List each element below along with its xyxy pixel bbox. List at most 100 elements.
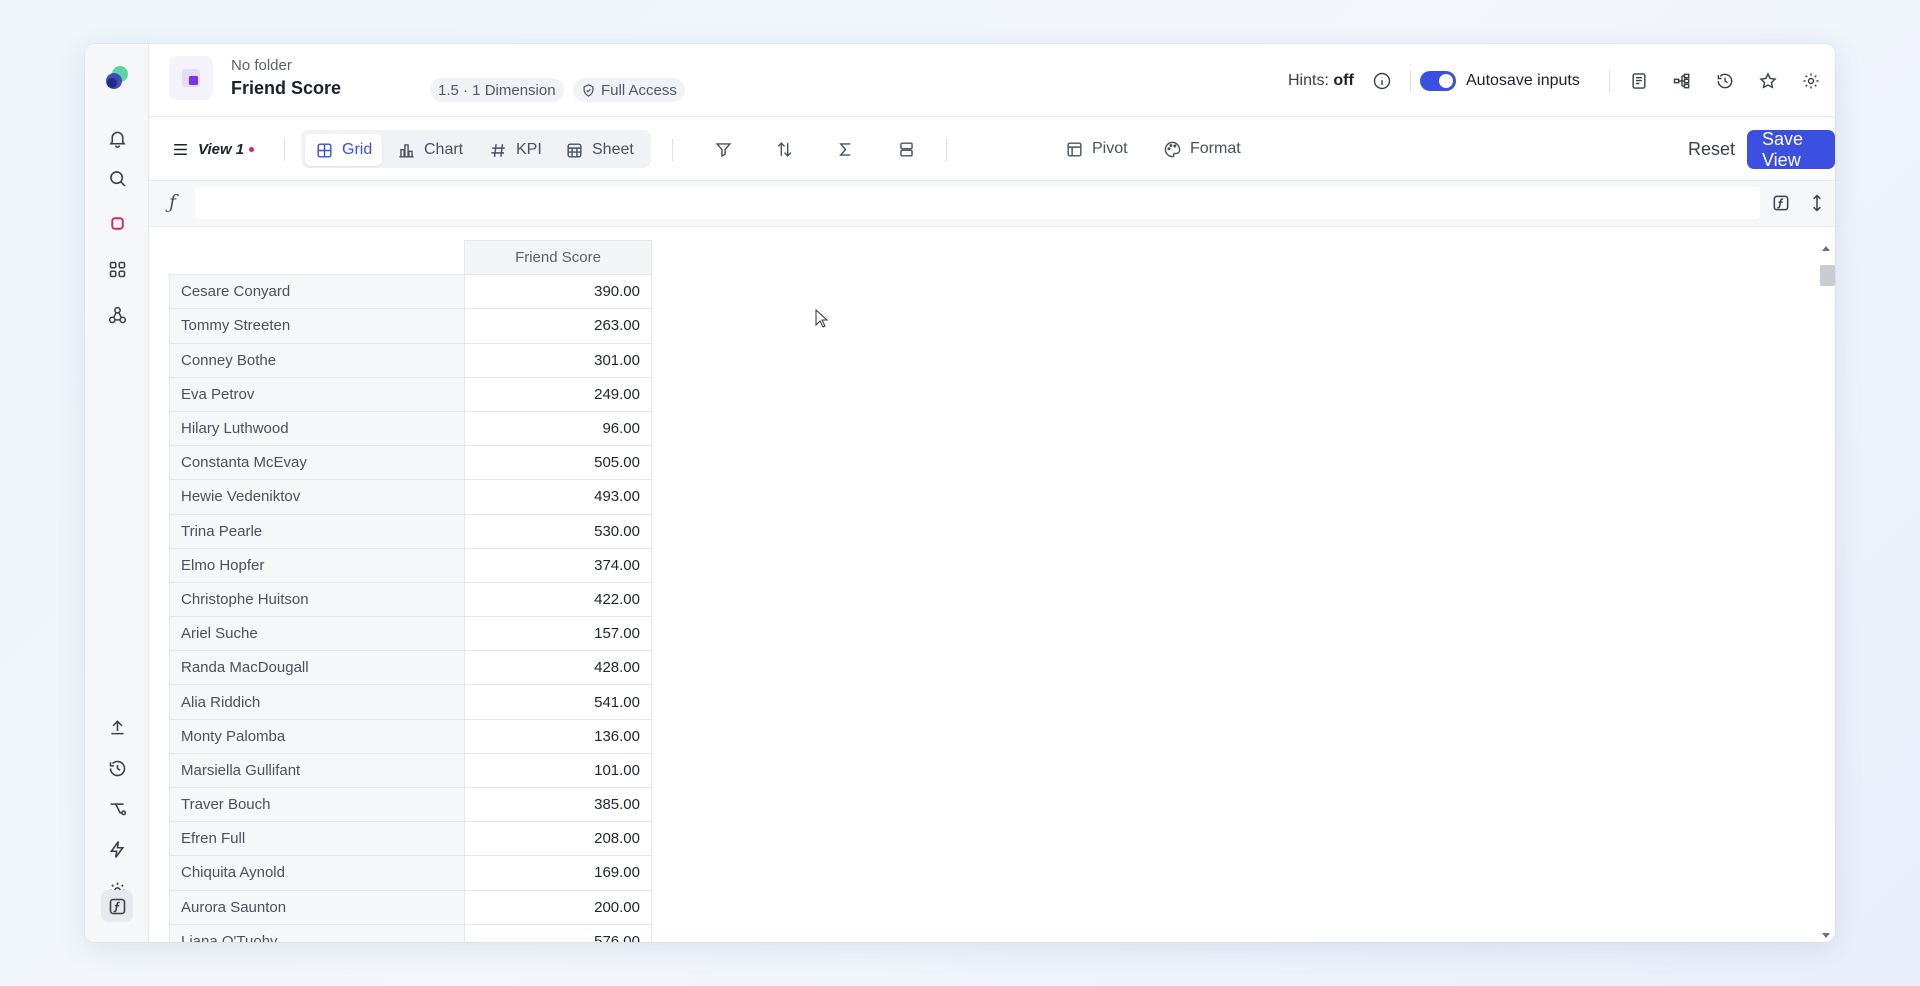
cell-value[interactable]: 263.00 [464, 308, 652, 344]
cell-value[interactable]: 541.00 [464, 684, 652, 720]
row-header[interactable]: Hilary Luthwood [169, 410, 465, 447]
upload-icon[interactable] [101, 711, 133, 743]
cell-value[interactable]: 169.00 [464, 855, 652, 891]
view-menu[interactable]: View 1 [161, 131, 264, 167]
cell-value[interactable]: 530.00 [464, 513, 652, 549]
cell-value[interactable]: 208.00 [464, 821, 652, 857]
scrollbar-thumb[interactable] [1820, 265, 1835, 286]
tab-grid[interactable]: Grid [305, 134, 383, 166]
scroll-down-icon[interactable] [1821, 932, 1831, 940]
info-icon[interactable] [1368, 67, 1396, 95]
save-view-button[interactable]: Save View [1747, 129, 1835, 170]
autosave-toggle[interactable] [1420, 70, 1456, 91]
group-button[interactable] [887, 131, 926, 167]
sort-button[interactable] [765, 131, 804, 167]
autosave-group: Autosave inputs [1420, 44, 1580, 117]
cell-value[interactable]: 493.00 [464, 479, 652, 515]
cell-value[interactable]: 390.00 [464, 274, 652, 310]
row-header[interactable]: Ariel Suche [169, 616, 465, 652]
model-icon[interactable] [101, 207, 133, 239]
cell-value[interactable]: 301.00 [464, 342, 652, 378]
table-row: Alia Riddich 541.00 [169, 684, 652, 720]
cell-value[interactable]: 96.00 [464, 410, 652, 447]
row-header[interactable]: Alia Riddich [169, 684, 465, 720]
settings-gear-icon[interactable] [1797, 67, 1825, 95]
tab-chart[interactable]: Chart [387, 134, 473, 166]
table-row: Trina Pearle 530.00 [169, 513, 652, 549]
cell-value[interactable]: 374.00 [464, 547, 652, 583]
format-button[interactable]: Format [1153, 131, 1251, 167]
cell-value[interactable]: 136.00 [464, 718, 652, 754]
formula-icon[interactable] [101, 890, 133, 922]
star-icon[interactable] [1754, 67, 1782, 95]
aggregate-button[interactable] [826, 131, 865, 167]
tab-sheet[interactable]: Sheet [555, 134, 644, 166]
bell-icon[interactable] [101, 122, 133, 154]
row-header[interactable]: Trina Pearle [169, 513, 465, 549]
row-header[interactable]: Monty Palomba [169, 718, 465, 754]
table-row: Traver Bouch 385.00 [169, 786, 652, 823]
row-header[interactable]: Christophe Huitson [169, 581, 465, 618]
row-header[interactable]: Chiquita Aynold [169, 855, 465, 891]
cell-value[interactable]: 422.00 [464, 581, 652, 618]
hierarchy-icon[interactable] [1668, 67, 1696, 95]
pivot-button[interactable]: Pivot [1055, 131, 1138, 167]
row-header[interactable]: Tommy Streeten [169, 308, 465, 344]
row-header[interactable]: Conney Bothe [169, 342, 465, 378]
table-row: Efren Full 208.00 [169, 821, 652, 857]
row-header[interactable]: Elmo Hopfer [169, 547, 465, 583]
row-header[interactable]: Cesare Conyard [169, 274, 465, 310]
grid-icon [317, 142, 332, 158]
row-header[interactable]: Efren Full [169, 821, 465, 857]
pivot-label: Pivot [1092, 140, 1128, 157]
vertical-scrollbar[interactable] [1817, 242, 1835, 942]
branch-icon[interactable] [101, 792, 133, 824]
column-header[interactable]: Friend Score [464, 239, 652, 276]
integrations-icon[interactable] [101, 299, 133, 331]
row-header[interactable]: Eva Petrov [169, 376, 465, 412]
tab-kpi-label: KPI [516, 141, 542, 158]
hints-label: Hints: off [1288, 71, 1354, 89]
lightning-icon[interactable] [101, 833, 133, 865]
row-header[interactable]: Liana O'Tuohy [169, 923, 465, 942]
tab-kpi[interactable]: KPI [479, 134, 552, 166]
cell-value[interactable]: 505.00 [464, 445, 652, 481]
cell-value[interactable]: 428.00 [464, 650, 652, 686]
row-header[interactable]: Traver Bouch [169, 786, 465, 823]
cell-value[interactable]: 200.00 [464, 889, 652, 925]
history-icon[interactable] [1711, 67, 1739, 95]
table-row: Christophe Huitson 422.00 [169, 581, 652, 618]
row-header[interactable]: Hewie Vedeniktov [169, 479, 465, 515]
cell-value[interactable]: 157.00 [464, 616, 652, 652]
header: No folder Friend Score 1.5 · 1 Dimension… [149, 44, 1835, 117]
reset-button[interactable]: Reset [1688, 131, 1735, 167]
row-header[interactable]: Marsiella Gullifant [169, 752, 465, 789]
cell-value[interactable]: 385.00 [464, 786, 652, 823]
scroll-up-icon[interactable] [1821, 244, 1831, 252]
formula-icon[interactable] [1767, 189, 1795, 217]
document-icon [169, 56, 213, 100]
cell-value[interactable]: 101.00 [464, 752, 652, 789]
row-header[interactable]: Constanta McEvay [169, 445, 465, 481]
search-icon[interactable] [101, 162, 133, 194]
notes-icon[interactable] [1625, 67, 1653, 95]
expand-vertical-icon[interactable] [1803, 189, 1831, 217]
table-row: Chiquita Aynold 169.00 [169, 855, 652, 891]
history-icon[interactable] [101, 752, 133, 784]
grid-table: Friend Score Cesare Conyard 390.00 Tommy S… [169, 239, 652, 942]
app-logo[interactable] [103, 64, 131, 92]
left-rail [85, 44, 149, 942]
apps-grid-icon[interactable] [101, 253, 133, 285]
tab-grid-label: Grid [342, 141, 373, 158]
access-pill[interactable]: Full Access [573, 78, 685, 102]
table-row: Conney Bothe 301.00 [169, 342, 652, 378]
folder-label[interactable]: No folder [231, 57, 292, 74]
cell-value[interactable]: 249.00 [464, 376, 652, 412]
formula-input[interactable] [195, 187, 1760, 219]
table-row: Cesare Conyard 390.00 [169, 274, 652, 310]
document-title[interactable]: Friend Score [231, 78, 341, 99]
row-header[interactable]: Randa MacDougall [169, 650, 465, 686]
cell-value[interactable]: 576.00 [464, 923, 652, 942]
row-header[interactable]: Aurora Saunton [169, 889, 465, 925]
filter-button[interactable] [704, 131, 743, 167]
